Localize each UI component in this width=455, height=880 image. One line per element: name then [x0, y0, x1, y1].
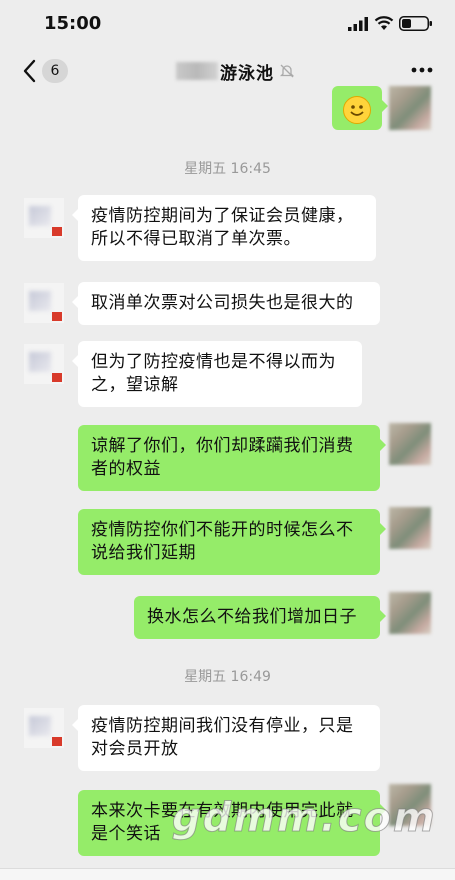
unread-badge[interactable]: 6 [42, 59, 68, 83]
time-separator: 星期五 16:45 [184, 161, 271, 177]
chat-title-wrap[interactable]: 游泳池 [176, 58, 295, 84]
more-icon[interactable] [410, 66, 434, 74]
sender-avatar[interactable] [24, 198, 64, 238]
status-bar: 15:00 [0, 0, 455, 48]
my-avatar[interactable] [389, 592, 431, 634]
message-bubble[interactable]: 疫情防控期间为了保证会员健康，所以不得已取消了单次票。 [72, 195, 376, 261]
my-avatar[interactable] [389, 86, 431, 130]
status-time: 15:00 [44, 13, 102, 34]
message-bubble[interactable]: 疫情防控你们不能开的时候怎么不说给我们延期 [78, 509, 386, 575]
sender-avatar[interactable] [24, 344, 64, 384]
my-avatar[interactable] [389, 423, 431, 465]
signal-icon [348, 17, 368, 31]
wifi-icon [374, 16, 394, 30]
chat-header: 6 游泳池 [0, 48, 455, 94]
input-bar-edge [0, 868, 455, 880]
my-avatar[interactable] [389, 507, 431, 549]
message-bubble[interactable]: 取消单次票对公司损失也是很大的 [72, 282, 380, 325]
chat-title: 游泳池 [220, 63, 274, 84]
sender-avatar[interactable] [24, 708, 64, 748]
message-bubble[interactable]: 谅解了你们，你们却蹂躏我们消费者的权益 [78, 425, 386, 491]
sender-avatar[interactable] [24, 283, 64, 323]
battery-icon [399, 16, 432, 31]
watermark: gdmm.com [172, 795, 437, 842]
mute-bell-icon [279, 64, 295, 78]
message-bubble[interactable]: 但为了防控疫情也是不得以而为之，望谅解 [72, 341, 362, 407]
message-bubble[interactable]: 疫情防控期间我们没有停业，只是对会员开放 [72, 705, 380, 771]
time-separator: 星期五 16:49 [184, 669, 271, 685]
back-arrow-icon[interactable] [20, 58, 42, 84]
redacted-name [176, 62, 218, 80]
message-bubble[interactable]: 换水怎么不给我们增加日子 [134, 596, 386, 639]
smile-emoji-icon [343, 96, 371, 124]
